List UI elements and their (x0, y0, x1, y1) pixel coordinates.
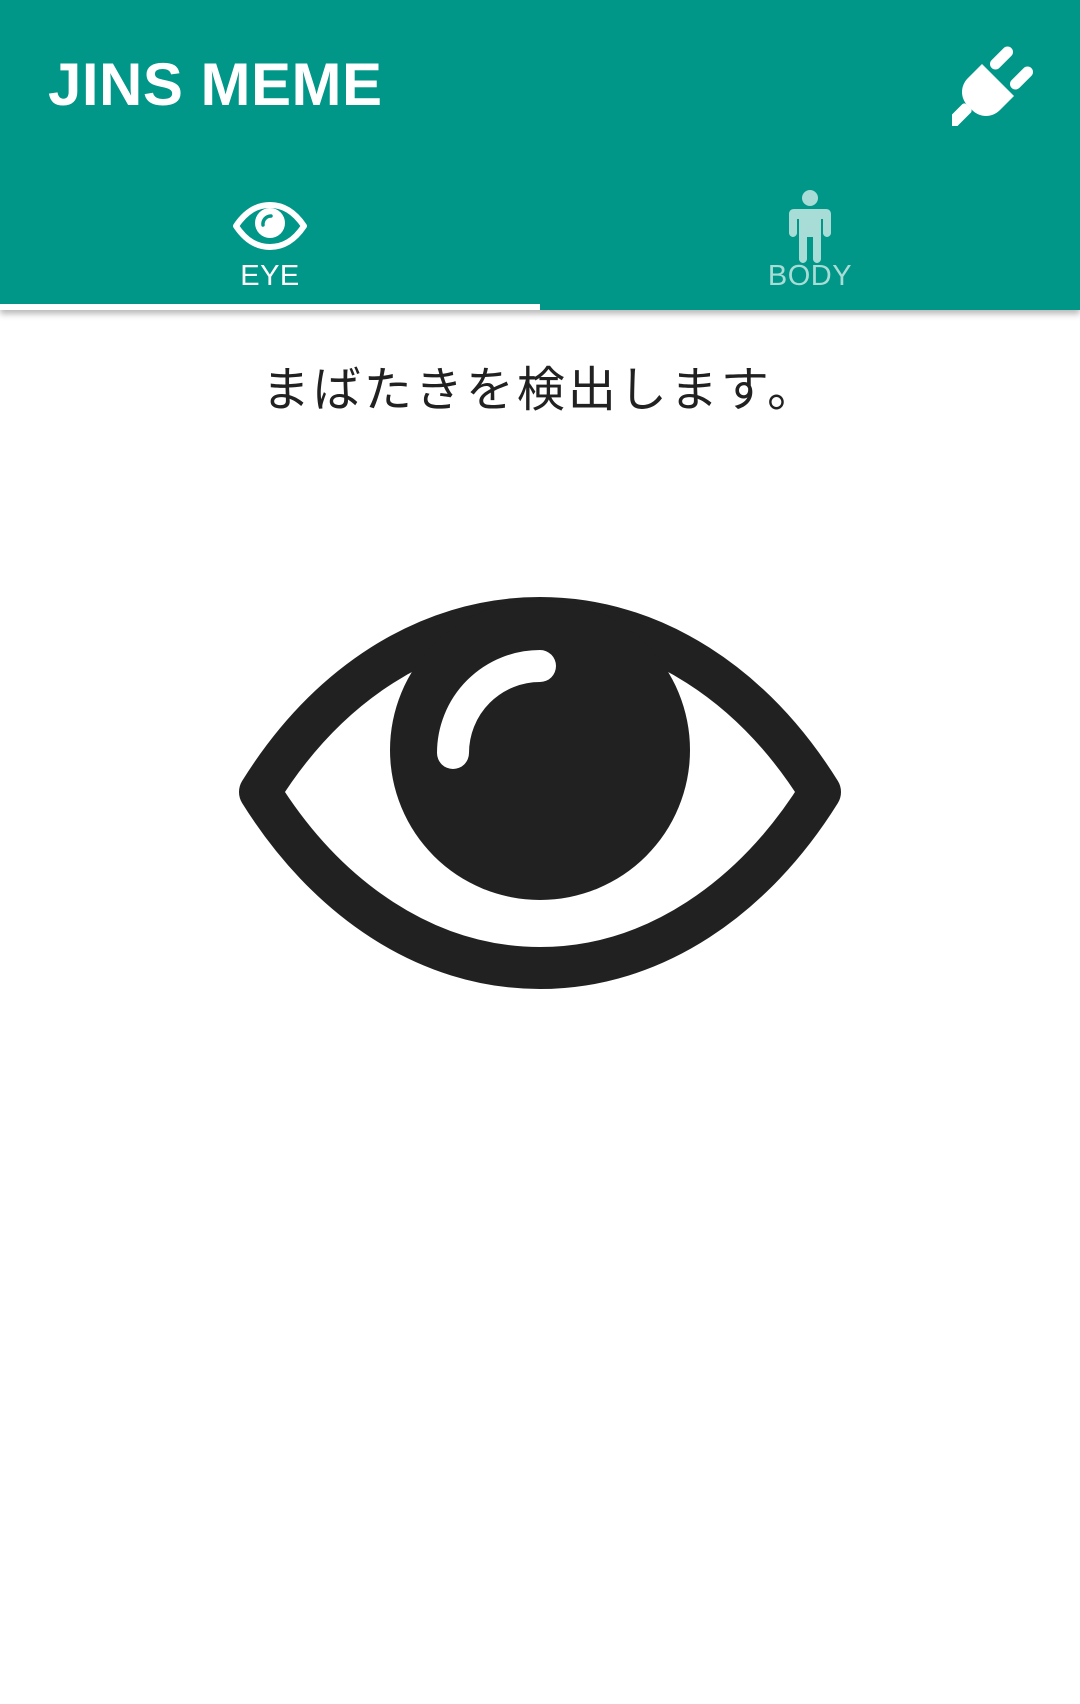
connect-button[interactable] (944, 34, 1044, 134)
power-plug-icon (952, 46, 1034, 126)
tab-selected-indicator (0, 304, 540, 310)
app-bar: JINS MEME EYE BODY (0, 0, 1080, 310)
tab-label-eye: EYE (240, 260, 300, 292)
human-figure-icon (788, 186, 832, 266)
tab-eye[interactable]: EYE (0, 170, 540, 310)
tab-bar: EYE BODY (0, 170, 1080, 310)
eye-icon (232, 186, 308, 266)
tab-label-body: BODY (767, 260, 853, 292)
app-title: JINS MEME (48, 51, 383, 118)
tab-body[interactable]: BODY (540, 170, 1080, 310)
detection-description: まばたきを検出します。 (261, 362, 819, 418)
app-screen: JINS MEME EYE BODY まばたきを検出します。 (0, 0, 1080, 1704)
eye-icon (239, 597, 841, 989)
